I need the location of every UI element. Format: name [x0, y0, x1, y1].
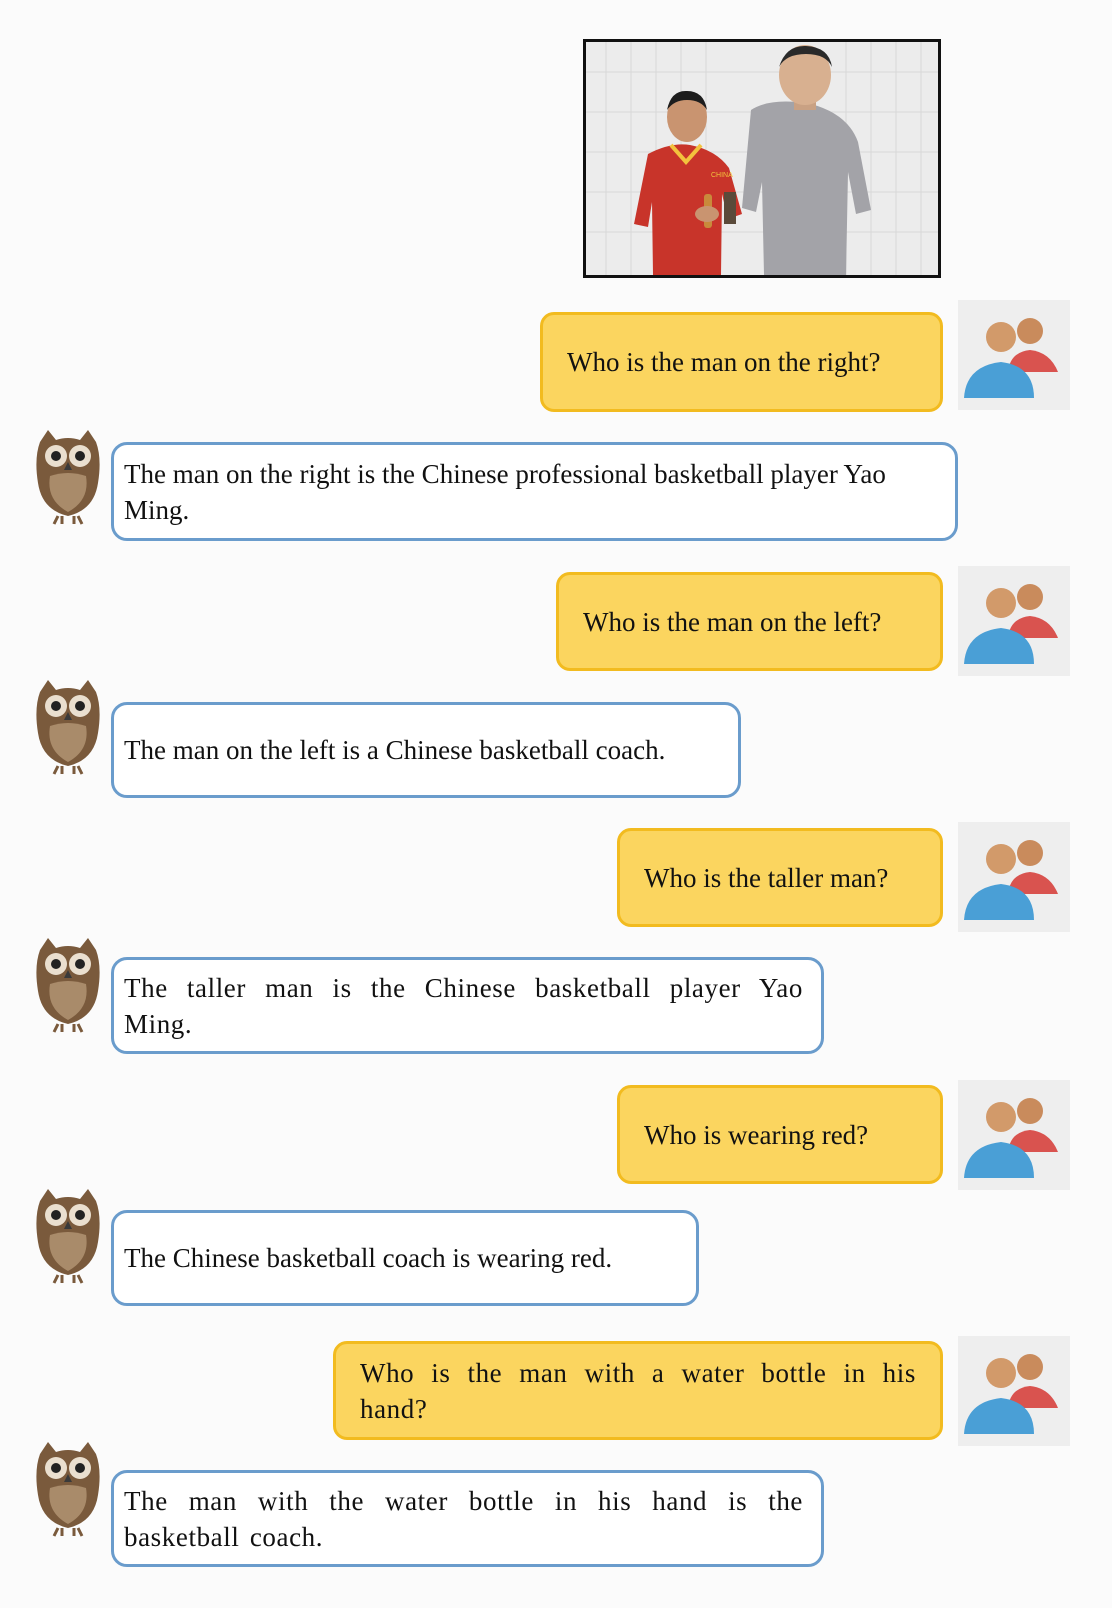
message-text: The taller man is the Chinese basketball… — [124, 972, 803, 1039]
users-icon — [964, 318, 1058, 398]
users-icon — [964, 1098, 1058, 1178]
conversation-photo: CHINA — [583, 39, 941, 278]
message-text: Who is the man with a water bottle in hi… — [360, 1357, 916, 1424]
user-avatar — [958, 1080, 1070, 1190]
user-avatar — [958, 1336, 1070, 1446]
assistant-message: The man on the left is a Chinese basketb… — [111, 702, 741, 798]
assistant-message: The man with the water bottle in his han… — [111, 1470, 824, 1567]
user-avatar — [958, 822, 1070, 932]
message-text: The man with the water bottle in his han… — [124, 1485, 803, 1552]
user-avatar — [958, 566, 1070, 676]
owl-icon — [36, 1189, 100, 1284]
owl-icon — [36, 1442, 100, 1537]
message-text: The man on the right is the Chinese prof… — [124, 458, 886, 525]
message-text: Who is wearing red? — [644, 1119, 869, 1150]
owl-icon — [36, 680, 100, 775]
message-text: Who is the man on the right? — [567, 347, 881, 377]
assistant-message: The man on the right is the Chinese prof… — [111, 442, 958, 541]
assistant-message: The taller man is the Chinese basketball… — [111, 957, 824, 1054]
message-text: The Chinese basketball coach is wearing … — [124, 1243, 613, 1273]
user-message: Who is the taller man? — [617, 828, 943, 927]
message-text: The man on the left is a Chinese basketb… — [124, 735, 666, 765]
users-icon — [964, 584, 1058, 664]
shirt-label: CHINA — [711, 172, 733, 179]
message-text: Who is the taller man? — [644, 862, 889, 893]
user-message: Who is the man with a water bottle in hi… — [333, 1341, 943, 1440]
message-text: Who is the man on the left? — [583, 606, 882, 637]
owl-icon — [36, 430, 100, 525]
user-message: Who is the man on the left? — [556, 572, 943, 671]
users-icon — [964, 1354, 1058, 1434]
user-message: Who is wearing red? — [617, 1085, 943, 1184]
owl-icon — [36, 938, 100, 1033]
assistant-message: The Chinese basketball coach is wearing … — [111, 1210, 699, 1306]
users-icon — [964, 840, 1058, 920]
user-message: Who is the man on the right? — [540, 312, 943, 412]
user-avatar — [958, 300, 1070, 410]
